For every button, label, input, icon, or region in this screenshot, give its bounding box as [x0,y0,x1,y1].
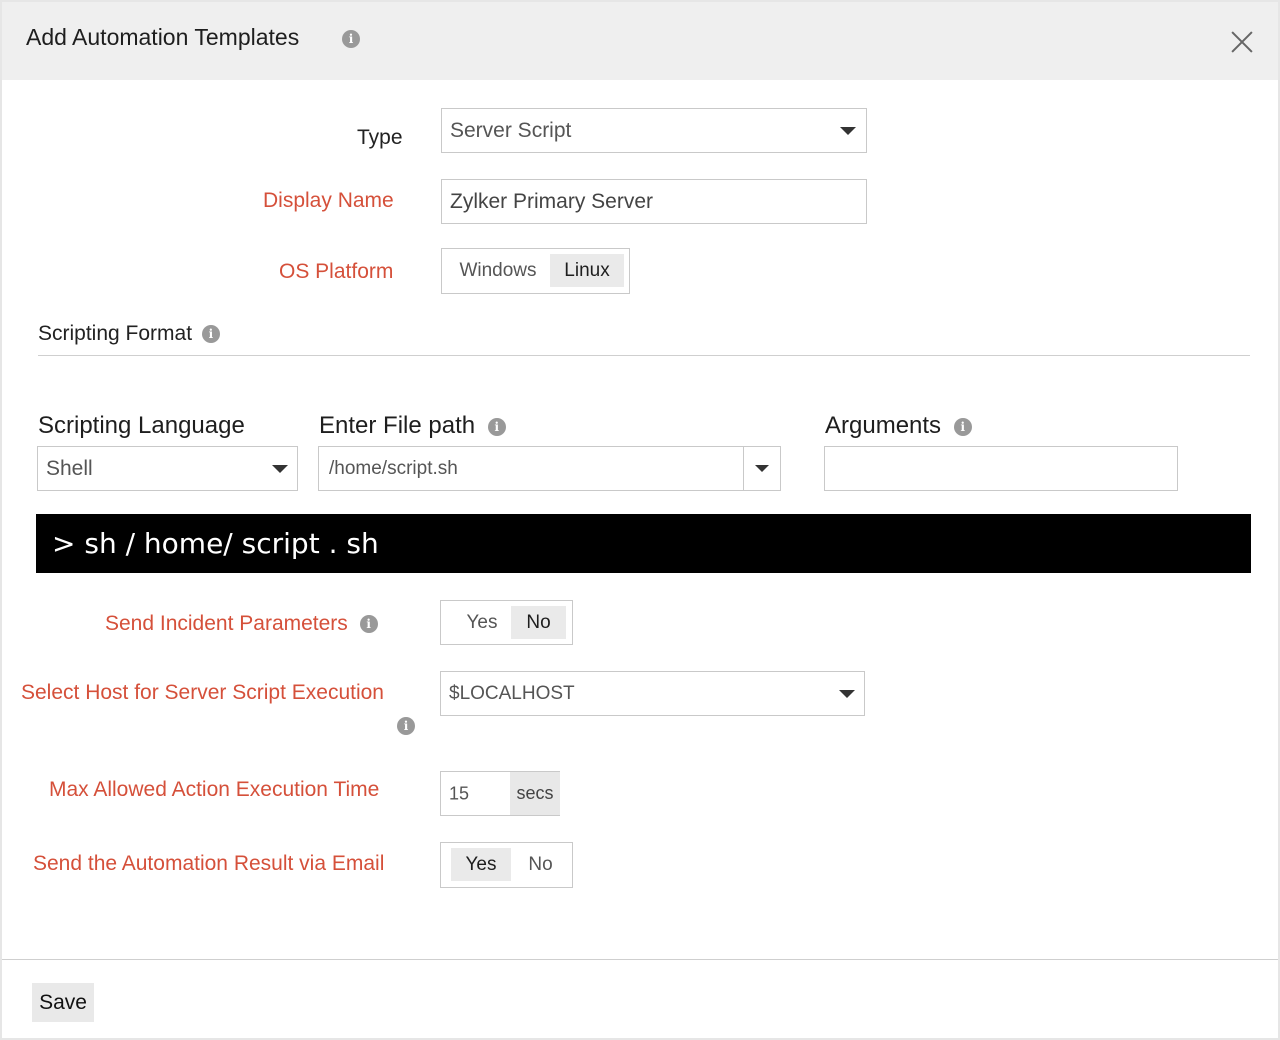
file-path-field[interactable]: /home/script.sh [318,446,744,491]
section-divider [38,355,1250,356]
send-incident-params-label: Send Incident Parameters [105,612,348,635]
add-automation-templates-dialog: Add Automation Templates i Type Server S… [0,0,1280,1040]
arguments-field[interactable] [824,446,1178,491]
display-name-field[interactable]: Zylker Primary Server [441,179,867,224]
type-label: Type [357,126,403,149]
footer-divider [2,959,1278,960]
display-name-label: Display Name [263,189,394,212]
arguments-heading: Arguments i [825,412,972,440]
incident-option-no[interactable]: No [511,606,566,639]
scripting-language-value: Shell [46,456,93,480]
select-host-label: Select Host for Server Script Execution [21,681,384,704]
scripting-language-label: Scripting Language [38,412,245,439]
arguments-label: Arguments [825,412,942,439]
email-option-no[interactable]: No [513,848,568,881]
info-icon[interactable]: i [201,325,220,344]
info-icon[interactable]: i [342,30,360,48]
scripting-format-label: Scripting Format [38,322,193,345]
scripting-format-title: Scripting Format i [38,322,220,346]
display-name-value: Zylker Primary Server [450,189,654,213]
chevron-down-icon [755,465,769,472]
chevron-down-icon [839,690,855,698]
max-time-field[interactable]: 15 secs [440,771,560,816]
send-email-toggle: Yes No [440,842,573,888]
os-option-linux[interactable]: Linux [550,254,624,287]
max-time-label: Max Allowed Action Execution Time [49,778,380,801]
type-select[interactable]: Server Script [441,108,867,153]
send-email-label: Send the Automation Result via Email [33,852,385,875]
os-option-windows[interactable]: Windows [448,254,548,287]
dialog-title: Add Automation Templates [26,24,300,50]
command-preview: > sh / home/ script . sh [36,514,1251,573]
close-icon[interactable] [1230,30,1254,54]
info-icon[interactable]: i [359,615,378,634]
send-incident-params-heading: Send Incident Parameters i [105,612,378,636]
dialog-header: Add Automation Templates i [2,2,1278,80]
send-incident-params-toggle: Yes No [440,600,573,645]
chevron-down-icon [272,465,288,473]
type-select-value: Server Script [450,118,572,142]
info-icon[interactable]: i [487,417,506,436]
incident-option-yes[interactable]: Yes [447,606,517,639]
info-icon[interactable]: i [397,717,415,735]
max-time-unit: secs [510,772,560,815]
file-path-label: Enter File path [319,412,476,439]
chevron-down-icon [840,127,856,135]
file-path-value: /home/script.sh [329,457,458,479]
scripting-language-select[interactable]: Shell [37,446,298,491]
save-button[interactable]: Save [32,983,94,1022]
file-path-dropdown-button[interactable] [743,446,781,491]
info-icon[interactable]: i [953,417,972,436]
os-platform-label: OS Platform [279,260,394,283]
select-host-select[interactable]: $LOCALHOST [440,671,865,716]
select-host-value: $LOCALHOST [449,682,575,704]
os-platform-toggle: Windows Linux [441,248,630,294]
email-option-yes[interactable]: Yes [451,848,511,881]
file-path-heading: Enter File path i [319,412,506,440]
max-time-value: 15 [449,783,470,803]
